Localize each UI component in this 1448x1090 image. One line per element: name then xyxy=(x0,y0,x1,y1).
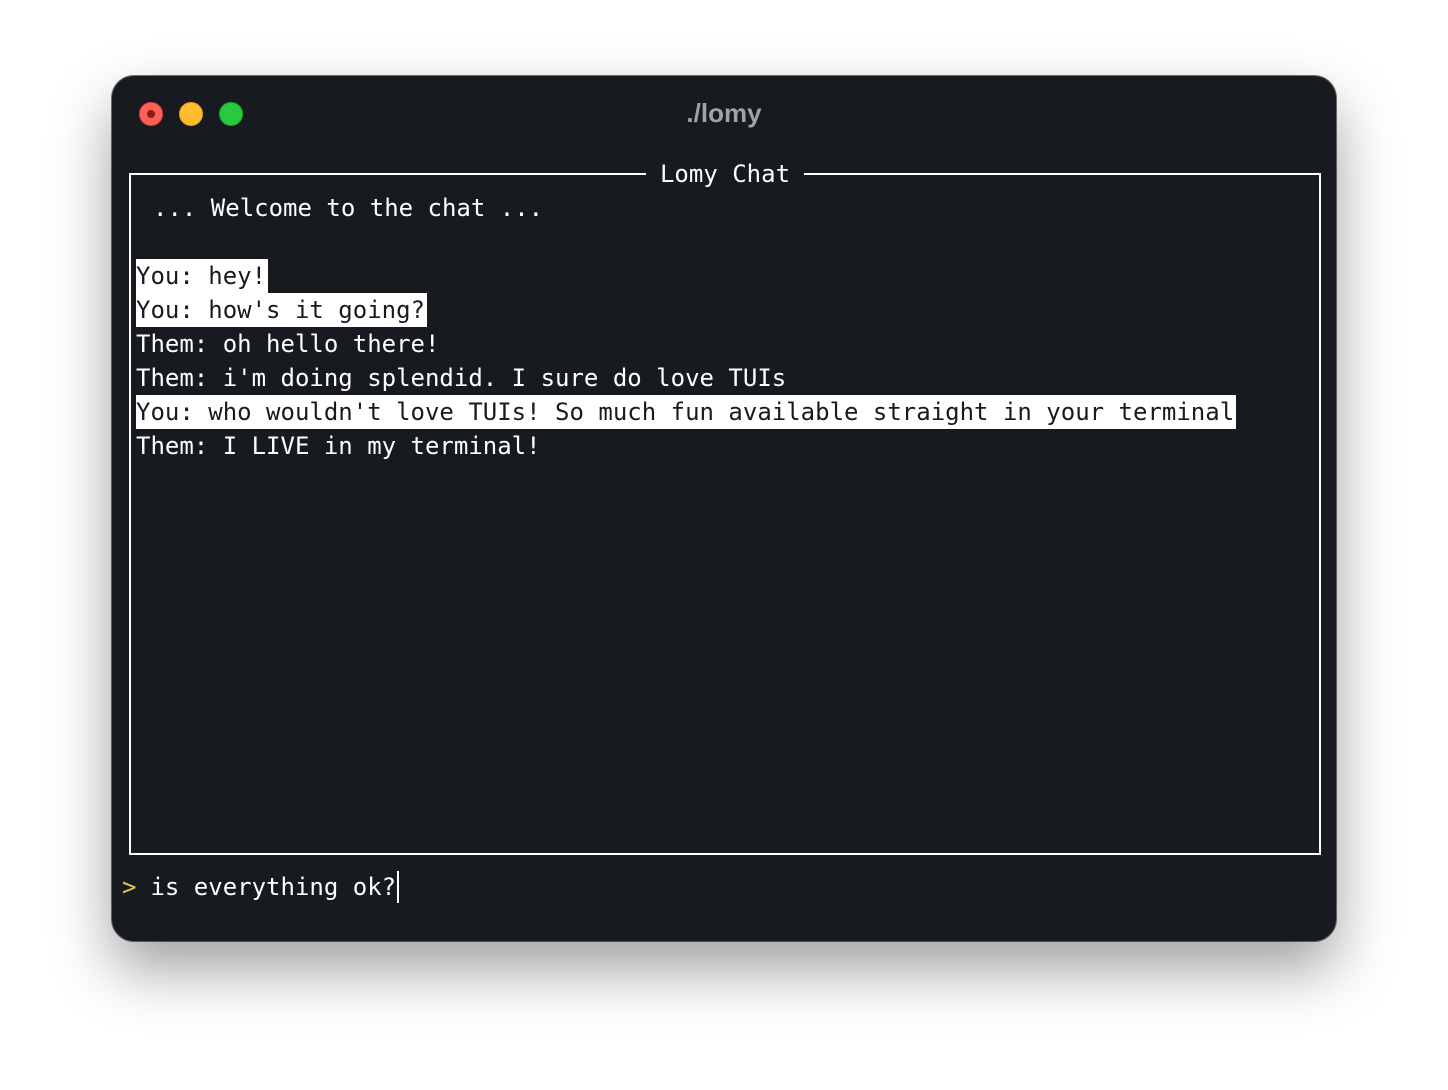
message-text: Them: I LIVE in my terminal! xyxy=(136,432,541,460)
window-title: ./lomy xyxy=(686,98,762,128)
message-row: Them: i'm doing splendid. I sure do love… xyxy=(136,361,1236,395)
message-row: You: hey! xyxy=(136,259,1236,293)
message-row: You: how's it going? xyxy=(136,293,1236,327)
message-text: You: how's it going? xyxy=(136,293,427,327)
text-cursor xyxy=(397,871,400,903)
message-text: You: hey! xyxy=(136,259,269,293)
message-input-value[interactable]: is everything ok? xyxy=(150,870,396,904)
chat-panel: Lomy Chat ... Welcome to the chat ... Yo… xyxy=(129,157,1321,855)
message-row: Them: oh hello there! xyxy=(136,327,1236,361)
message-list: You: hey! You: how's it going? Them: oh … xyxy=(136,259,1237,463)
terminal-window: ./lomy Lomy Chat ... Welcome to the chat… xyxy=(112,76,1336,941)
message-text: Them: i'm doing splendid. I sure do love… xyxy=(136,364,787,392)
message-text: You: who wouldn't love TUIs! So much fun… xyxy=(136,395,1237,429)
chat-panel-title: Lomy Chat xyxy=(645,157,805,191)
prompt-icon: > xyxy=(122,873,137,901)
title-bar[interactable]: ./lomy xyxy=(112,76,1336,152)
welcome-message: ... Welcome to the chat ... xyxy=(153,194,544,222)
message-text: Them: oh hello there! xyxy=(136,330,440,358)
message-row: You: who wouldn't love TUIs! So much fun… xyxy=(136,395,1237,429)
message-input[interactable]: > is everything ok? xyxy=(122,870,400,904)
message-row: Them: I LIVE in my terminal! xyxy=(136,429,1236,463)
